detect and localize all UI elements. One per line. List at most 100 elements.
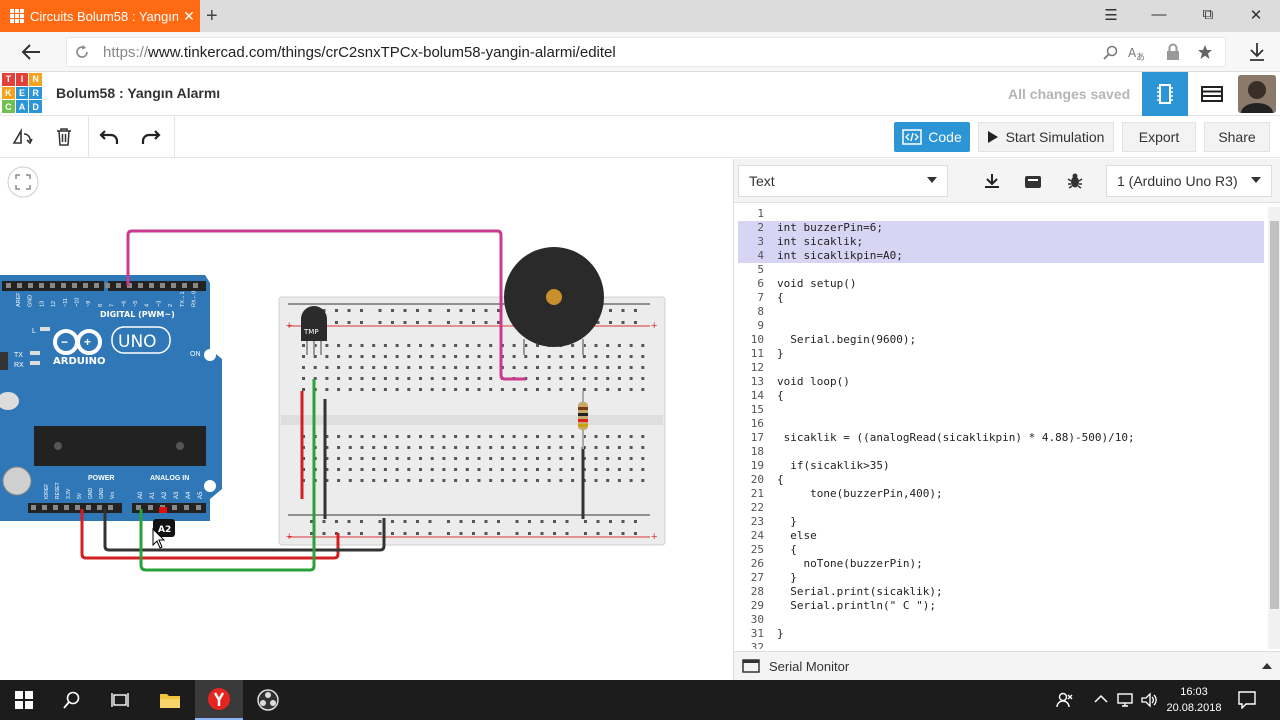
arduino-uno-board[interactable]: AREF GND 13 12 ~11 ~10 ~9 8 7 ~6 ~5 4 ~3 2 TX→1 RX←0 DI… bbox=[0, 275, 222, 521]
system-clock[interactable]: 16:03 20.08.2018 bbox=[1160, 684, 1228, 716]
code-line[interactable]: 18 bbox=[738, 445, 1264, 459]
circuit-drawing[interactable]: + + + + AREF GND 13 12 ~11 ~10 ~9 8 7 ~6 ~5 4 ~3 2 TX→… bbox=[0, 159, 733, 680]
debugger-button[interactable] bbox=[1057, 165, 1093, 197]
code-line[interactable]: 25 { bbox=[738, 543, 1264, 557]
code-line[interactable]: 28 Serial.print(sicaklik); bbox=[738, 585, 1264, 599]
code-line[interactable]: 32 bbox=[738, 641, 1264, 649]
code-line[interactable]: 26 noTone(buzzerPin); bbox=[738, 557, 1264, 571]
download-icon[interactable] bbox=[1248, 42, 1266, 62]
code-line[interactable]: 24 else bbox=[738, 529, 1264, 543]
bookmark-star-icon[interactable] bbox=[1197, 44, 1213, 60]
obs-button[interactable] bbox=[244, 680, 292, 720]
restore-button[interactable]: ⧉ bbox=[1193, 6, 1223, 23]
taskbar-search-button[interactable] bbox=[48, 680, 96, 720]
browser-tab[interactable]: Circuits Bolum58 : Yangın ✕ bbox=[0, 0, 200, 32]
notification-icon[interactable] bbox=[1238, 691, 1256, 709]
code-line[interactable]: 3 int sicaklik; bbox=[738, 235, 1264, 249]
analog-in-label: ANALOG IN bbox=[150, 475, 189, 482]
serial-monitor-bar[interactable]: Serial Monitor bbox=[734, 651, 1280, 680]
delete-button[interactable] bbox=[50, 124, 78, 150]
people-icon[interactable] bbox=[1056, 692, 1074, 708]
code-line[interactable]: 21 tone(buzzerPin,400); bbox=[738, 487, 1264, 501]
code-mode-select[interactable]: Text bbox=[738, 165, 948, 197]
code-line[interactable]: 23 } bbox=[738, 515, 1264, 529]
code-line[interactable]: 13 void loop() bbox=[738, 375, 1264, 389]
code-line[interactable]: 7{ bbox=[738, 291, 1264, 305]
browser-menu-icon[interactable]: ☰ bbox=[1096, 6, 1126, 24]
code-line[interactable]: 31} bbox=[738, 627, 1264, 641]
network-icon[interactable] bbox=[1116, 692, 1134, 708]
download-code-button[interactable] bbox=[974, 165, 1010, 197]
line-code: else bbox=[777, 529, 817, 542]
play-icon bbox=[987, 131, 998, 143]
minimize-button[interactable]: — bbox=[1144, 6, 1174, 23]
tinkercad-logo[interactable]: TIN KER CAD bbox=[2, 73, 42, 113]
save-status: All changes saved bbox=[1008, 86, 1131, 102]
code-line[interactable]: 17 sicaklik = ((analogRead(sicaklikpin) … bbox=[738, 431, 1264, 445]
upload-library-button[interactable] bbox=[1015, 165, 1051, 197]
code-line[interactable]: 19 if(sicaklik>35) bbox=[738, 459, 1264, 473]
fit-view-button[interactable] bbox=[7, 166, 39, 198]
task-view-button[interactable] bbox=[96, 680, 144, 720]
code-line[interactable]: 16 bbox=[738, 417, 1264, 431]
code-line[interactable]: 4 int sicaklikpin=A0; bbox=[738, 249, 1264, 263]
device-select[interactable]: 1 (Arduino Uno R3) bbox=[1106, 165, 1272, 197]
code-editor[interactable]: 1 2 int buzzerPin=6; 3 int sicaklik; 4 int sic… bbox=[738, 207, 1268, 649]
redo-button[interactable] bbox=[137, 124, 165, 150]
yandex-browser-button[interactable] bbox=[195, 680, 243, 720]
code-line[interactable]: 1 bbox=[738, 207, 1264, 221]
circuit-view-button[interactable] bbox=[1142, 72, 1188, 116]
chevron-up-icon[interactable] bbox=[1262, 662, 1272, 670]
close-window-button[interactable]: ✕ bbox=[1241, 6, 1271, 24]
code-line[interactable]: 10 Serial.begin(9600); bbox=[738, 333, 1264, 347]
rotate-button[interactable] bbox=[8, 124, 36, 150]
power-pin-label: GND bbox=[99, 488, 105, 500]
chevron-down-icon bbox=[927, 177, 937, 183]
code-button[interactable]: Code bbox=[894, 122, 970, 152]
scrollbar-thumb[interactable] bbox=[1270, 221, 1279, 609]
line-number: 1 bbox=[757, 207, 764, 220]
user-avatar[interactable] bbox=[1238, 75, 1276, 113]
show-hidden-icons[interactable] bbox=[1094, 694, 1108, 704]
code-line[interactable]: 15 bbox=[738, 403, 1264, 417]
lock-icon[interactable] bbox=[1165, 43, 1181, 61]
component-list-button[interactable] bbox=[1190, 72, 1236, 116]
translate-icon[interactable]: Aあ bbox=[1127, 45, 1145, 61]
reload-icon[interactable] bbox=[75, 45, 89, 59]
code-line[interactable]: 6 void setup() bbox=[738, 277, 1264, 291]
breadboard[interactable]: + + + + bbox=[278, 296, 666, 546]
close-tab-icon[interactable]: ✕ bbox=[178, 8, 200, 25]
digital-pin-label: RX←0 bbox=[192, 291, 198, 307]
code-line[interactable]: 27 } bbox=[738, 571, 1264, 585]
export-button[interactable]: Export bbox=[1122, 122, 1196, 152]
url-field[interactable]: https://www.tinkercad.com/things/crC2snx… bbox=[66, 37, 1226, 67]
code-line[interactable]: 11} bbox=[738, 347, 1264, 361]
line-number: 11 bbox=[750, 347, 764, 360]
code-line[interactable]: 12 bbox=[738, 361, 1264, 375]
share-button[interactable]: Share bbox=[1204, 122, 1270, 152]
back-arrow-icon[interactable] bbox=[20, 42, 42, 62]
circuit-canvas[interactable]: + + + + AREF GND 13 12 ~11 ~10 ~9 8 7 ~6 ~5 4 ~3 2 TX→… bbox=[0, 159, 733, 680]
code-line[interactable]: 14 { bbox=[738, 389, 1264, 403]
code-button-label: Code bbox=[928, 129, 962, 145]
file-explorer-button[interactable] bbox=[146, 680, 194, 720]
code-line[interactable]: 2 int buzzerPin=6; bbox=[738, 221, 1264, 235]
search-icon[interactable] bbox=[1103, 45, 1119, 61]
code-line[interactable]: 9 bbox=[738, 319, 1264, 333]
code-line[interactable]: 22 bbox=[738, 501, 1264, 515]
editor-scrollbar[interactable] bbox=[1268, 207, 1280, 649]
undo-button[interactable] bbox=[95, 124, 123, 150]
code-line[interactable]: 30 bbox=[738, 613, 1264, 627]
line-code: void setup() bbox=[777, 277, 857, 290]
code-line[interactable]: 5 bbox=[738, 263, 1264, 277]
code-line[interactable]: 20 { bbox=[738, 473, 1264, 487]
code-line[interactable]: 29 Serial.println(" C "); bbox=[738, 599, 1264, 613]
line-code: int sicaklik; bbox=[777, 235, 864, 248]
start-button[interactable] bbox=[0, 680, 48, 720]
code-line[interactable]: 8 bbox=[738, 305, 1264, 319]
design-title[interactable]: Bolum58 : Yangın Alarmı bbox=[56, 85, 220, 101]
volume-icon[interactable] bbox=[1140, 692, 1158, 708]
start-simulation-button[interactable]: Start Simulation bbox=[978, 122, 1114, 152]
new-tab-button[interactable]: + bbox=[206, 5, 226, 28]
start-simulation-label: Start Simulation bbox=[1005, 129, 1105, 145]
